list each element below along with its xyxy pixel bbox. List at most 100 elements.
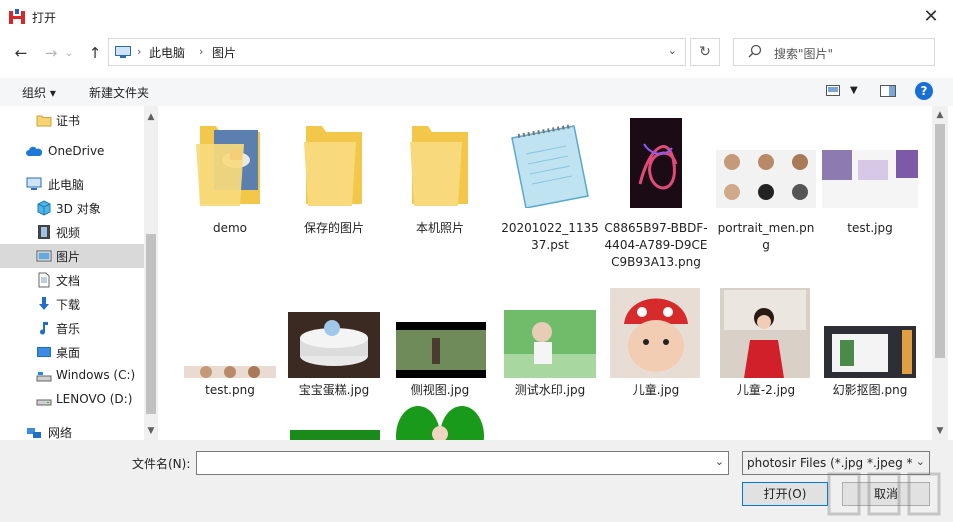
- sidebar-item-music[interactable]: 音乐: [0, 316, 144, 340]
- file-tile-demo[interactable]: demo: [178, 114, 282, 244]
- file-tile-child-2[interactable]: 儿童-2.jpg: [714, 284, 818, 404]
- sidebar-scrollbar[interactable]: ▲ ▼: [144, 106, 158, 440]
- recent-locations-button[interactable]: ⌄: [62, 42, 76, 64]
- sidebar-item-label: Windows (C:): [56, 368, 136, 382]
- navigation-pane: 证书 OneDrive 此电脑 3D 对象 视频 图片 文档 下载 音乐 桌面 …: [0, 106, 158, 440]
- file-name: test.jpg: [847, 221, 893, 235]
- preview-pane-icon[interactable]: [880, 84, 896, 98]
- view-options-icon[interactable]: [826, 84, 840, 98]
- scroll-down-icon[interactable]: ▼: [932, 424, 948, 438]
- file-tile-test-jpg[interactable]: test.jpg: [818, 114, 922, 244]
- sidebar-item-documents[interactable]: 文档: [0, 268, 144, 292]
- sidebar-item-pictures[interactable]: 图片: [0, 244, 144, 268]
- organize-menu[interactable]: 组织 ▾: [22, 84, 56, 101]
- desktop-icon: [37, 347, 51, 357]
- sidebar-item-downloads[interactable]: 下载: [0, 292, 144, 316]
- new-folder-button[interactable]: 新建文件夹: [89, 84, 149, 101]
- view-dropdown-icon[interactable]: ▼: [850, 85, 858, 96]
- content-scrollbar[interactable]: ▲ ▼: [932, 106, 948, 440]
- sidebar-item-label: 图片: [56, 250, 81, 264]
- file-tile-phantom-cutout[interactable]: 幻影抠图.png: [818, 284, 922, 404]
- file-name: 侧视图.jpg: [410, 383, 470, 397]
- address-bar[interactable]: › 此电脑 › 图片 ⌄: [108, 38, 686, 66]
- title-bar: 打开 ✕: [0, 0, 953, 34]
- file-name: demo: [212, 221, 248, 235]
- image-thumbnail: [184, 366, 276, 378]
- file-name: 测试水印.jpg: [514, 383, 586, 397]
- breadcrumb-separator-icon: ›: [199, 45, 204, 58]
- image-thumbnail: [396, 406, 484, 440]
- chevron-down-icon[interactable]: ⌄: [915, 455, 925, 468]
- scroll-up-icon[interactable]: ▲: [144, 110, 158, 124]
- sidebar-item-label: LENOVO (D:): [56, 392, 133, 406]
- file-name: 宝宝蛋糕.jpg: [298, 383, 370, 397]
- image-thumbnail: [504, 310, 596, 378]
- search-input[interactable]: 搜索"图片": [733, 38, 935, 66]
- help-button[interactable]: ?: [915, 82, 933, 100]
- file-tile-partial[interactable]: [282, 424, 386, 440]
- drive-icon: [36, 372, 52, 382]
- scrollbar-thumb[interactable]: [146, 234, 156, 414]
- file-tile-saved-pictures[interactable]: 保存的图片: [282, 114, 386, 244]
- file-tile-baby-cake[interactable]: 宝宝蛋糕.jpg: [282, 284, 386, 404]
- file-tile-camera-roll[interactable]: 本机照片: [388, 114, 492, 244]
- sidebar-item-drive-c[interactable]: Windows (C:): [0, 364, 144, 388]
- command-bar: 组织 ▾ 新建文件夹 ▼ ?: [0, 78, 953, 106]
- image-thumbnail: [610, 288, 700, 378]
- sidebar-item-drive-d[interactable]: LENOVO (D:): [0, 388, 144, 412]
- file-name: C8865B97-BBDF-4404-A789-D9CEC9B93A13.png: [604, 221, 708, 269]
- sidebar-item-onedrive[interactable]: OneDrive: [0, 140, 144, 164]
- file-name: 儿童-2.jpg: [736, 383, 796, 397]
- refresh-button[interactable]: ↻: [690, 38, 720, 66]
- file-tile-portrait-men[interactable]: portrait_men.png: [714, 114, 818, 264]
- chevron-down-icon[interactable]: ⌄: [715, 455, 724, 468]
- scroll-down-icon[interactable]: ▼: [144, 424, 158, 438]
- file-name: test.png: [205, 383, 255, 397]
- cube-icon: [37, 200, 51, 216]
- sidebar-item-network[interactable]: 网络: [0, 420, 144, 440]
- document-icon: [38, 272, 50, 288]
- file-tile-partial[interactable]: [388, 404, 492, 440]
- folder-icon: [36, 115, 52, 127]
- file-name: 20201022_113537.pst: [501, 221, 599, 252]
- file-tile-c8865b97-png[interactable]: C8865B97-BBDF-4404-A789-D9CEC9B93A13.png: [604, 114, 708, 284]
- filename-label: 文件名(N):: [132, 457, 191, 471]
- file-name: portrait_men.png: [717, 221, 815, 252]
- sidebar-item-certificates[interactable]: 证书: [0, 108, 144, 132]
- folder-icon: [196, 126, 260, 206]
- sidebar-item-videos[interactable]: 视频: [0, 220, 144, 244]
- file-tile-pst[interactable]: 20201022_113537.pst: [498, 114, 602, 264]
- chevron-down-icon[interactable]: ⌄: [668, 44, 677, 57]
- sidebar-item-3d-objects[interactable]: 3D 对象: [0, 196, 144, 220]
- sidebar-item-label: 此电脑: [48, 178, 85, 192]
- arrow-right-icon: →: [44, 44, 58, 62]
- up-button[interactable]: ↑: [84, 42, 106, 64]
- close-button[interactable]: ✕: [919, 6, 943, 28]
- file-name: 本机照片: [415, 221, 464, 235]
- file-tile-watermark-test[interactable]: 测试水印.jpg: [498, 284, 602, 404]
- file-tile-test-png[interactable]: test.png: [178, 284, 282, 404]
- scrollbar-thumb[interactable]: [935, 124, 945, 358]
- image-thumbnail: [290, 430, 380, 440]
- film-icon: [38, 225, 50, 239]
- file-name: 幻影抠图.png: [832, 383, 908, 397]
- arrow-left-icon: ←: [14, 44, 28, 62]
- image-thumbnail: [630, 118, 682, 208]
- arrow-up-icon: ↑: [88, 44, 102, 62]
- network-icon: [27, 428, 41, 438]
- open-file-dialog: 打开 ✕ ← → ⌄ ↑ › 此电脑 › 图片 ⌄ ↻ 搜索"图片" 组织 ▾ …: [0, 0, 953, 522]
- search-placeholder: 搜索"图片": [774, 47, 834, 61]
- sidebar-item-desktop[interactable]: 桌面: [0, 340, 144, 364]
- file-type-value: photosir Files (*.jpg *.jpeg *: [747, 456, 913, 470]
- sidebar-item-this-pc[interactable]: 此电脑: [0, 172, 144, 196]
- file-tile-child[interactable]: 儿童.jpg: [604, 284, 708, 404]
- sidebar-item-label: 网络: [48, 426, 73, 440]
- scroll-up-icon[interactable]: ▲: [932, 108, 948, 122]
- back-button[interactable]: ←: [10, 42, 32, 64]
- breadcrumb-this-pc[interactable]: 此电脑: [149, 44, 185, 61]
- file-tile-side-view[interactable]: 侧视图.jpg: [388, 284, 492, 404]
- breadcrumb-pictures[interactable]: 图片: [212, 44, 236, 61]
- forward-button[interactable]: →: [40, 42, 62, 64]
- filename-input[interactable]: ⌄: [196, 451, 729, 475]
- open-button[interactable]: 打开(O): [742, 482, 828, 506]
